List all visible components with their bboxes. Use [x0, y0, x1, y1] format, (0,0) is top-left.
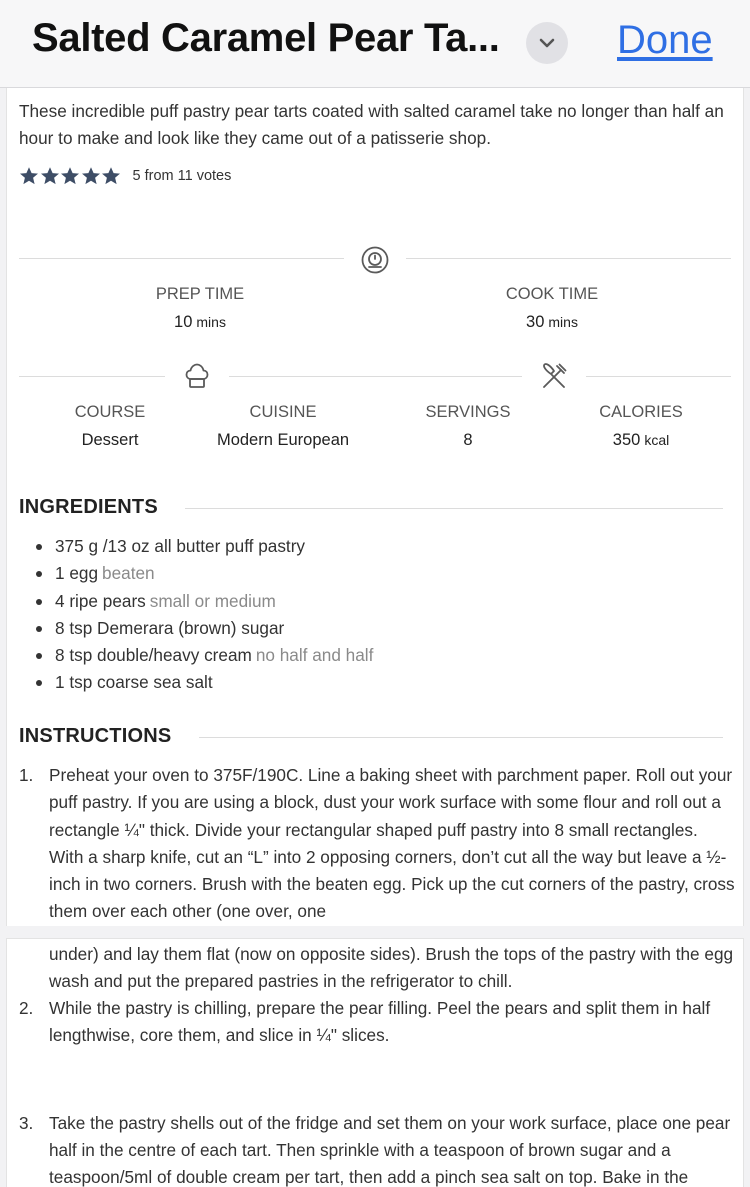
cook-time-unit: mins — [548, 314, 578, 330]
prep-time-unit: mins — [196, 314, 226, 330]
utensils-icon — [543, 363, 567, 388]
timer-icon — [361, 246, 389, 274]
list-item: 8 tsp Demerara (brown) sugar — [19, 615, 731, 642]
recipe-intro: These incredible puff pastry pear tarts … — [19, 101, 724, 148]
list-item: 1 egg beaten — [19, 560, 731, 587]
course-label: COURSE — [74, 403, 146, 421]
recipe-card-upper: These incredible puff pastry pear tarts … — [6, 88, 744, 926]
calories-number: 350 — [612, 431, 641, 449]
cook-time-value: 30 mins — [472, 313, 632, 332]
reader-toolbar: Salted Caramel Pear Ta... Done — [0, 0, 750, 88]
instruction-step: 2. While the pastry is chilling, prepare… — [7, 995, 735, 1050]
step-text: Take the pastry shells out of the fridge… — [49, 1112, 731, 1187]
servings-value: 8 — [463, 431, 473, 449]
calories-unit: kcal — [644, 432, 670, 448]
instruction-step: 1. Preheat your oven to 375F/190C. Line … — [7, 762, 735, 926]
cook-time-label: COOK TIME — [505, 285, 599, 303]
list-item: 1 tsp coarse sea salt — [19, 669, 731, 696]
divider — [199, 737, 723, 738]
rating-votes: 5 from 11 votes — [132, 168, 232, 184]
divider — [19, 258, 344, 259]
chef-hat-icon — [185, 363, 209, 388]
star-icon[interactable] — [60, 166, 80, 186]
chevron-down-icon — [539, 38, 555, 48]
divider — [586, 376, 731, 377]
divider — [229, 376, 522, 377]
divider — [406, 258, 731, 259]
title-menu-button[interactable] — [526, 22, 568, 64]
step-number: 2. — [19, 998, 34, 1018]
cuisine-value: Modern European — [216, 431, 350, 449]
ingredients-list: 375 g /13 oz all butter puff pastry 1 eg… — [19, 533, 731, 697]
cook-time-number: 30 — [526, 313, 545, 331]
instruction-step: 3. Take the pastry shells out of the fri… — [7, 1110, 735, 1187]
ingredients-heading: INGREDIENTS — [19, 496, 158, 518]
cuisine-label: CUISINE — [249, 403, 317, 421]
calories-label: CALORIES — [599, 403, 683, 421]
course-value: Dessert — [81, 431, 139, 449]
list-item: 4 ripe pears small or medium — [19, 588, 731, 615]
divider — [19, 376, 165, 377]
step-text: While the pastry is chilling, prepare th… — [49, 998, 711, 1046]
step-number: 3. — [19, 1112, 34, 1133]
instructions-heading: INSTRUCTIONS — [19, 725, 172, 747]
prep-time-number: 10 — [174, 313, 193, 331]
page-title: Salted Caramel Pear Ta... — [32, 16, 500, 60]
star-icon[interactable] — [81, 166, 101, 186]
prep-time-label: PREP TIME — [155, 285, 245, 303]
done-button[interactable]: Done — [617, 18, 713, 63]
divider — [185, 508, 723, 509]
star-icon[interactable] — [19, 166, 39, 186]
recipe-card-lower: under) and lay them flat (now on opposit… — [6, 938, 744, 1187]
star-icon[interactable] — [40, 166, 60, 186]
servings-label: SERVINGS — [425, 403, 511, 421]
list-item: 8 tsp double/heavy cream no half and half — [19, 642, 731, 669]
prep-time-value: 10 mins — [120, 313, 280, 332]
step-text: Preheat your oven to 375F/190C. Line a b… — [49, 765, 735, 922]
rating[interactable]: 5 from 11 votes — [19, 166, 231, 186]
calories-value: 350 kcal — [561, 431, 721, 450]
step-text-continued: under) and lay them flat (now on opposit… — [49, 944, 734, 992]
list-item: 375 g /13 oz all butter puff pastry — [19, 533, 731, 560]
step-number: 1. — [19, 765, 34, 785]
rating-stars[interactable] — [19, 166, 122, 186]
star-icon[interactable] — [101, 166, 121, 186]
